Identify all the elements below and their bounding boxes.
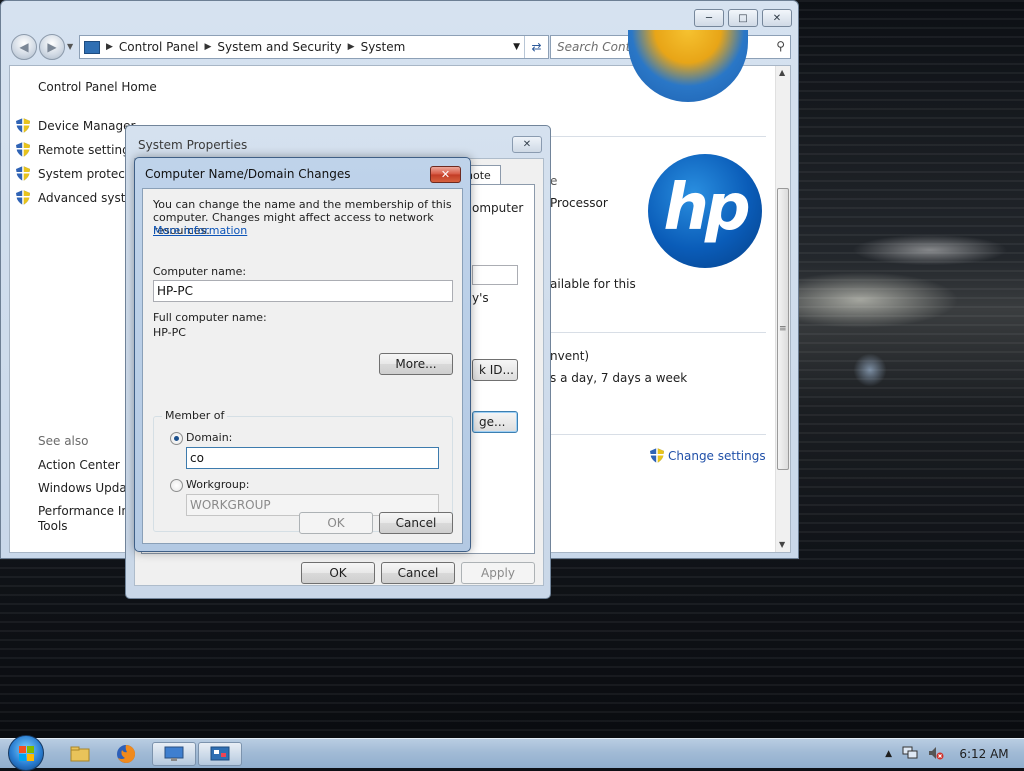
workgroup-radio[interactable] bbox=[170, 479, 183, 492]
forward-button[interactable]: ▶ bbox=[39, 34, 65, 60]
network-id-button[interactable]: k ID... bbox=[472, 359, 518, 381]
support-hours-fragment: s a day, 7 days a week bbox=[550, 371, 688, 385]
minimize-button[interactable]: ─ bbox=[694, 9, 724, 27]
breadcrumb-system-and-security[interactable]: System and Security bbox=[217, 40, 341, 54]
dialog-body: You can change the name and the membersh… bbox=[142, 188, 463, 544]
control-panel-icon bbox=[84, 40, 100, 54]
control-panel-icon[interactable] bbox=[198, 742, 242, 766]
uac-shield-icon bbox=[16, 166, 30, 181]
refresh-icon[interactable]: ⇄ bbox=[524, 36, 548, 58]
maximize-button[interactable]: □ bbox=[728, 9, 758, 27]
close-button[interactable]: ✕ bbox=[430, 166, 461, 183]
ok-button[interactable]: OK bbox=[299, 512, 373, 534]
breadcrumb-chevron-icon: ▶ bbox=[204, 42, 212, 52]
computer-name-domain-dialog: Computer Name/Domain Changes ✕ You can c… bbox=[134, 157, 471, 552]
control-panel-home-link[interactable]: Control Panel Home bbox=[38, 80, 157, 94]
workgroup-label: Workgroup: bbox=[186, 478, 250, 491]
dialog-title: Computer Name/Domain Changes bbox=[145, 167, 351, 181]
volume-muted-icon[interactable] bbox=[928, 746, 944, 763]
section-heading-fragment: e bbox=[550, 174, 558, 188]
hp-logo: hp bbox=[648, 154, 762, 268]
breadcrumb-chevron-icon: ▶ bbox=[106, 42, 113, 52]
address-bar[interactable]: ▶ Control Panel ▶ System and Security ▶ … bbox=[79, 35, 549, 59]
address-dropdown-icon[interactable]: ▼ bbox=[513, 42, 520, 52]
windows-flag-icon bbox=[19, 746, 34, 761]
sidebar-item-system-protection[interactable]: System protectio bbox=[16, 166, 140, 181]
dialog-title: System Properties bbox=[138, 138, 248, 152]
section-divider bbox=[550, 136, 766, 137]
breadcrumb-chevron-icon: ▶ bbox=[347, 42, 355, 52]
see-also-heading: See also bbox=[38, 434, 89, 448]
change-settings-label: Change settings bbox=[668, 448, 766, 463]
cancel-button[interactable]: Cancel bbox=[381, 562, 455, 584]
system-tray: ▲ 6:12 AM bbox=[885, 739, 1014, 769]
close-button[interactable]: ✕ bbox=[512, 136, 542, 153]
ok-button[interactable]: OK bbox=[301, 562, 375, 584]
scroll-grip-icon: ≡ bbox=[779, 324, 787, 334]
remote-desktop-icon[interactable] bbox=[152, 742, 196, 766]
show-hidden-icons-icon[interactable]: ▲ bbox=[885, 749, 892, 759]
search-icon[interactable]: ⚲ bbox=[776, 39, 785, 53]
more-button[interactable]: More... bbox=[379, 353, 453, 375]
computer-name-label: Computer name: bbox=[153, 265, 247, 278]
sidebar-item-device-manager[interactable]: Device Manager bbox=[16, 118, 135, 133]
uac-shield-icon bbox=[650, 448, 664, 463]
breadcrumb-control-panel[interactable]: Control Panel bbox=[119, 40, 199, 54]
sidebar-item-label: Remote settings bbox=[38, 142, 136, 157]
computer-description-field[interactable] bbox=[472, 265, 518, 285]
domain-label: Domain: bbox=[186, 431, 233, 444]
start-button[interactable] bbox=[8, 735, 44, 771]
uac-shield-icon bbox=[16, 190, 30, 205]
apply-button[interactable]: Apply bbox=[461, 562, 535, 584]
uac-shield-icon bbox=[16, 142, 30, 157]
change-button[interactable]: ge... bbox=[472, 411, 518, 433]
recent-pages-chevron-icon[interactable]: ▼ bbox=[67, 42, 73, 51]
description-fragment: y's bbox=[472, 291, 489, 305]
more-information-link[interactable]: More information bbox=[153, 224, 247, 237]
window-caption-buttons: ─ □ ✕ bbox=[694, 9, 792, 27]
full-computer-name-value: HP-PC bbox=[153, 326, 186, 339]
scroll-down-icon[interactable]: ▼ bbox=[779, 540, 785, 549]
member-of-label: Member of bbox=[162, 409, 228, 422]
sidebar-item-label: Device Manager bbox=[38, 118, 136, 133]
processor-label-fragment: Processor bbox=[550, 196, 608, 210]
back-button[interactable]: ◀ bbox=[11, 34, 37, 60]
breadcrumb-system[interactable]: System bbox=[361, 40, 406, 54]
domain-radio[interactable] bbox=[170, 432, 183, 445]
windows-logo-icon bbox=[628, 30, 748, 102]
see-also-windows-update[interactable]: Windows Update bbox=[38, 481, 139, 495]
scroll-up-icon[interactable]: ▲ bbox=[779, 68, 785, 77]
see-also-action-center[interactable]: Action Center bbox=[38, 458, 120, 472]
domain-input[interactable] bbox=[186, 447, 439, 469]
see-also-performance-tools[interactable]: Tools bbox=[38, 519, 68, 533]
description-fragment: omputer bbox=[472, 201, 524, 215]
firefox-icon[interactable] bbox=[104, 742, 148, 766]
network-icon[interactable] bbox=[902, 746, 918, 763]
workgroup-fragment: nvent) bbox=[550, 349, 590, 363]
full-computer-name-label: Full computer name: bbox=[153, 311, 267, 324]
change-settings-link[interactable]: Change settings bbox=[650, 448, 766, 463]
computer-name-input[interactable] bbox=[153, 280, 453, 302]
uac-shield-icon bbox=[16, 118, 30, 133]
taskbar: ▲ 6:12 AM bbox=[0, 735, 1024, 771]
sidebar-item-remote-settings[interactable]: Remote settings bbox=[16, 142, 136, 157]
close-button[interactable]: ✕ bbox=[762, 9, 792, 27]
section-divider bbox=[550, 332, 766, 333]
pen-touch-value-fragment: ailable for this bbox=[550, 277, 636, 291]
section-divider bbox=[550, 434, 766, 435]
windows-explorer-icon[interactable] bbox=[58, 742, 102, 766]
clock[interactable]: 6:12 AM bbox=[954, 747, 1014, 761]
vertical-scrollbar[interactable]: ▲ ≡ ▼ bbox=[775, 66, 790, 552]
cancel-button[interactable]: Cancel bbox=[379, 512, 453, 534]
